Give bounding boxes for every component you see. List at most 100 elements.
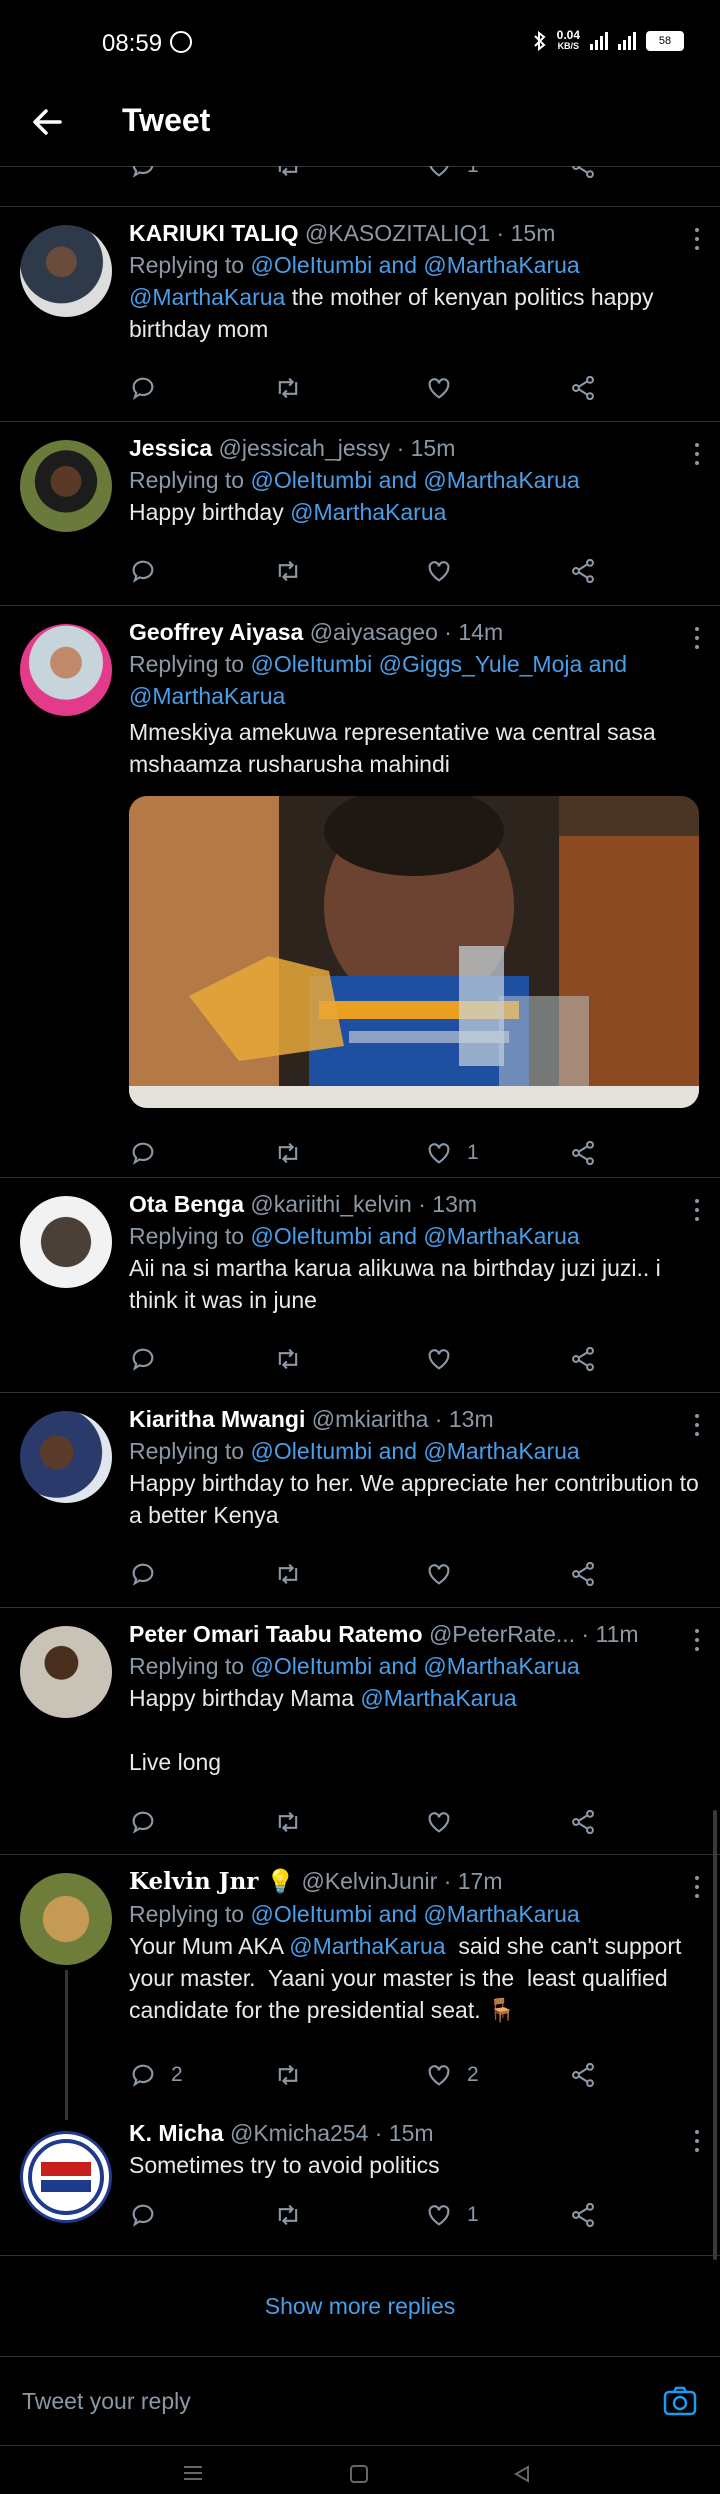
retweet-button[interactable] [274,2057,316,2093]
like-button[interactable] [425,370,467,406]
avatar[interactable] [20,225,112,317]
scrollbar[interactable] [713,1810,717,2260]
avatar[interactable] [20,624,112,716]
tweet[interactable]: Kelvin Jnr 💡 @KelvinJunir · 17m Replying… [0,1855,720,2120]
home-icon[interactable] [349,2464,369,2484]
tweet[interactable]: KARIUKI TALIQ @KASOZITALIQ1 · 15m Replyi… [0,207,720,422]
tweet-actions: 1 [129,2197,599,2233]
timestamp: 15m [388,2120,434,2146]
reply-button[interactable]: 2 [129,2057,183,2093]
share-button[interactable] [569,1135,597,1171]
avatar[interactable] [20,1626,112,1718]
like-button[interactable]: 2 [425,2057,479,2093]
like-button[interactable] [425,1556,467,1592]
reply-button[interactable] [129,2197,171,2233]
tweet-text-line2: Live long [129,1749,222,1775]
timestamp: 14m [458,619,504,645]
like-button[interactable]: 1 [425,2197,479,2233]
retweet-button[interactable] [274,1341,316,1377]
reply-button[interactable] [129,166,157,184]
avatar[interactable] [20,1411,112,1503]
tweet-text: Happy birthday to her. We appreciate her… [129,1470,706,1528]
reply-input[interactable] [20,2375,624,2427]
menu-icon[interactable] [182,2464,204,2482]
like-button[interactable] [425,1341,467,1377]
share-button[interactable] [569,1556,597,1592]
top-app-bar: Tweet [0,80,720,167]
retweet-button[interactable] [274,1804,316,1840]
tweet[interactable]: Ota Benga @kariithi_kelvin · 13m Replyin… [0,1178,720,1393]
share-button[interactable] [569,370,597,406]
tweet[interactable]: Geoffrey Aiyasa @aiyasageo · 14m Replyin… [0,606,720,1178]
display-name[interactable]: K. Micha [129,2120,224,2146]
tweet-actions [129,370,599,406]
tweet[interactable]: Peter Omari Taabu Ratemo @PeterRate... ·… [0,1608,720,1855]
display-name[interactable]: Kelvin Jnr 💡 [129,1868,295,1895]
like-button[interactable] [425,553,467,589]
display-name[interactable]: Peter Omari Taabu Ratemo [129,1621,423,1647]
reply-button[interactable] [129,1804,171,1840]
avatar[interactable] [20,1873,112,1965]
tweet-actions: 2 2 [129,2057,599,2093]
share-button[interactable] [569,2057,597,2093]
replying-to-link[interactable]: @OleItumbi and @MarthaKarua [250,1223,579,1249]
display-name[interactable]: Ota Benga [129,1191,244,1217]
mention-link[interactable]: @MarthaKarua [360,1685,516,1711]
share-button[interactable] [569,166,597,184]
share-button[interactable] [569,553,597,589]
tweet[interactable]: K. Micha @Kmicha254 · 15m Sometimes try … [0,2115,720,2256]
timestamp: 17m [457,1868,503,1894]
retweet-button[interactable] [274,2197,316,2233]
display-name[interactable]: Kiaritha Mwangi [129,1406,305,1432]
show-more-replies-button[interactable]: Show more replies [0,2256,720,2357]
tweet[interactable]: Jessica @jessicah_jessy · 15m Replying t… [0,422,720,606]
replying-to-link[interactable]: @OleItumbi and @MarthaKarua [250,1653,579,1679]
like-button[interactable]: 1 [425,166,479,184]
back-icon[interactable] [512,2464,532,2484]
share-button[interactable] [569,2197,597,2233]
retweet-button[interactable] [274,1556,316,1592]
tweet[interactable]: Kiaritha Mwangi @mkiaritha · 13m Replyin… [0,1393,720,1608]
tweet-text: Your Mum AKA @MarthaKarua said she can't… [129,1933,688,2023]
display-name[interactable]: Jessica [129,435,212,461]
avatar[interactable] [20,1196,112,1288]
tweet-actions [129,1341,599,1377]
camera-icon[interactable] [662,2383,698,2419]
user-handle: @kariithi_kelvin [250,1191,412,1217]
battery-icon: 58 [646,31,684,51]
mention-link[interactable]: @MarthaKarua [289,1933,445,1959]
reply-button[interactable] [129,1135,171,1171]
like-button[interactable] [425,1804,467,1840]
reply-button[interactable] [129,553,171,589]
back-arrow-icon[interactable] [28,102,68,142]
replying-to: Replying to @OleItumbi and @MarthaKarua [129,1901,580,1927]
mention-link[interactable]: @MarthaKarua [129,284,285,310]
replying-to-link[interactable]: @OleItumbi and @MarthaKarua [250,252,579,278]
signal-icon [590,32,608,50]
status-bar: 08:59 0.04 KB/S 58 [0,0,720,80]
tweet-actions [129,553,599,589]
share-button[interactable] [569,1804,597,1840]
retweet-button[interactable] [274,1135,316,1171]
tweet-media-image[interactable] [129,796,699,1108]
display-name[interactable]: Geoffrey Aiyasa [129,619,303,645]
reply-button[interactable] [129,1341,171,1377]
avatar[interactable] [20,440,112,532]
share-button[interactable] [569,1341,597,1377]
avatar[interactable] [20,2131,112,2223]
like-button[interactable]: 1 [425,1135,479,1171]
display-name[interactable]: KARIUKI TALIQ [129,220,299,246]
retweet-button[interactable] [274,553,316,589]
replying-to-link[interactable]: @OleItumbi and @MarthaKarua [250,467,579,493]
reply-count: 2 [171,2063,183,2086]
retweet-button[interactable] [274,370,316,406]
reply-button[interactable] [129,370,171,406]
retweet-button[interactable] [274,166,302,184]
reply-button[interactable] [129,1556,171,1592]
replying-to-link[interactable]: @OleItumbi and @MarthaKarua [250,1901,579,1927]
mention-link[interactable]: @MarthaKarua [290,499,446,525]
tweet-text: Happy birthday @MarthaKarua [129,499,447,525]
bluetooth-icon [533,31,546,51]
replying-to-link[interactable]: @OleItumbi and @MarthaKarua [250,1438,579,1464]
tweet-header: K. Micha @Kmicha254 · 15m [129,2120,434,2146]
